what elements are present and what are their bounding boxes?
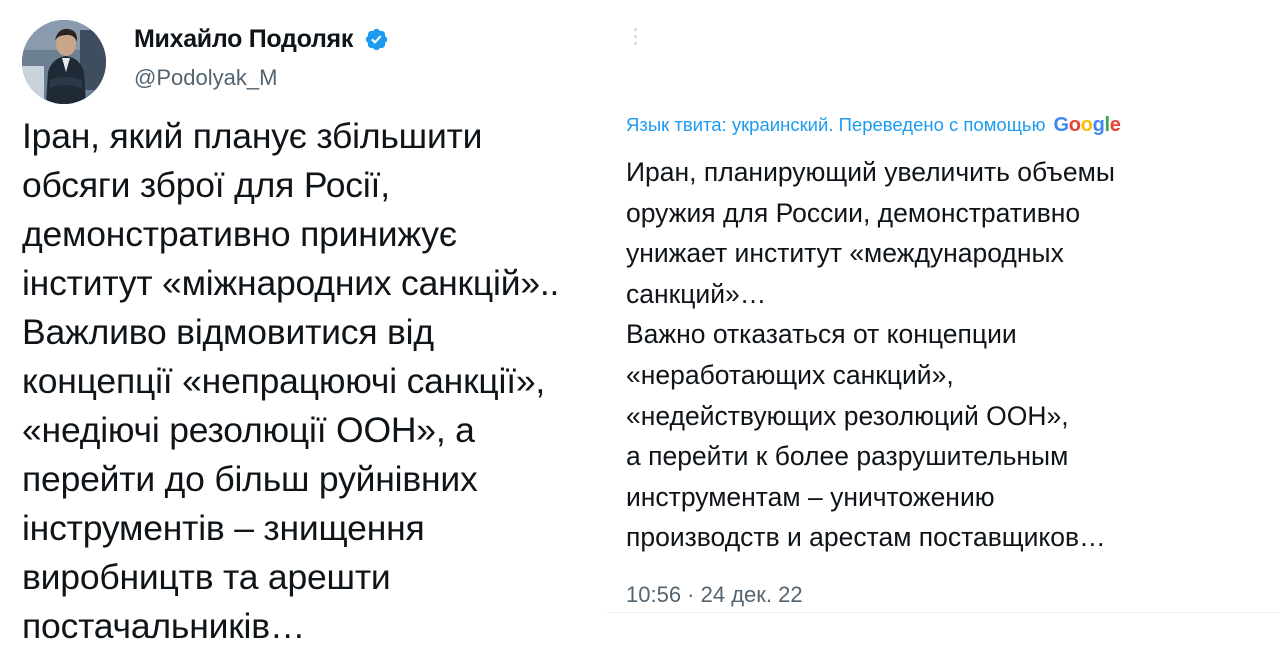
divider bbox=[606, 612, 1280, 613]
google-logo: Google bbox=[1053, 114, 1121, 136]
original-tweet-panel: Михайло Подоляк @Podolyak_M Іран, який п… bbox=[0, 0, 610, 650]
tweet-text: Іран, який планує збільшити обсяги зброї… bbox=[22, 116, 560, 646]
screenshot-canvas: Михайло Подоляк @Podolyak_M Іран, який п… bbox=[0, 0, 1280, 650]
translation-note[interactable]: Язык твита: украинский. Переведено с пом… bbox=[626, 114, 1121, 137]
person-avatar-icon bbox=[22, 20, 106, 104]
tweet-timestamp[interactable]: 10:56 · 24 дек. 22 bbox=[626, 582, 803, 608]
translated-text: Иран, планирующий увеличить объемы оружи… bbox=[626, 157, 1115, 553]
author-handle[interactable]: @Podolyak_M bbox=[134, 65, 277, 91]
translation-panel: Язык твита: украинский. Переведено с пом… bbox=[606, 0, 1280, 650]
author-avatar[interactable] bbox=[22, 20, 106, 104]
author-name[interactable]: Михайло Подоляк bbox=[134, 25, 353, 54]
more-options-icon[interactable] bbox=[632, 28, 638, 50]
translation-note-label: Язык твита: украинский. Переведено с пом… bbox=[626, 114, 1046, 135]
verified-badge-icon bbox=[365, 28, 388, 51]
